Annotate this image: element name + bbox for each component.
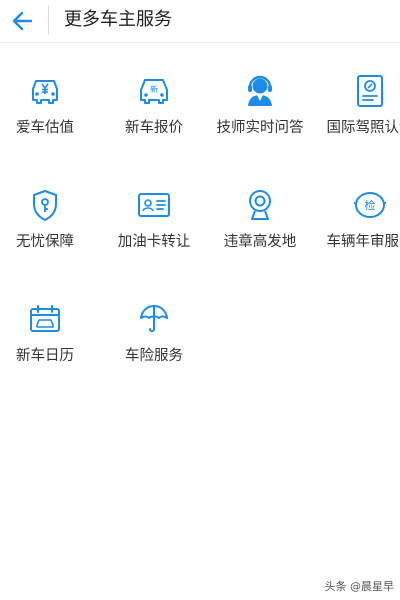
svg-text:检: 检 (365, 198, 376, 212)
service-intl-license[interactable]: 国际驾照认证 (316, 43, 400, 153)
camera-icon (240, 185, 280, 225)
service-label: 无忧保障 (16, 234, 74, 250)
shield-icon (25, 185, 65, 225)
arrow-left-icon (12, 11, 33, 31)
service-car-valuation[interactable]: 爱车估值 (0, 43, 99, 153)
service-label: 新车日历 (16, 348, 74, 364)
service-technician-qa[interactable]: 技师实时问答 (206, 43, 314, 153)
svg-text:新: 新 (150, 84, 158, 94)
car-yuan-icon (25, 71, 65, 111)
back-button[interactable] (6, 5, 38, 37)
header-divider (48, 6, 49, 34)
umbrella-icon (134, 299, 174, 339)
watermark: 头条 @晨星早 (325, 578, 395, 594)
card-icon (134, 185, 174, 225)
service-label: 技师实时问答 (216, 120, 304, 136)
service-label: 车险服务 (125, 348, 183, 364)
service-fuel-card[interactable]: 加油卡转让 (100, 157, 208, 267)
service-label: 加油卡转让 (117, 234, 191, 250)
service-label: 新车报价 (125, 120, 183, 136)
header-bar: 更多车主服务 (0, 0, 400, 43)
service-label: 车辆年审服务 (326, 234, 400, 250)
service-violation-hotspot[interactable]: 违章高发地 (206, 157, 314, 267)
service-new-car-price[interactable]: 新 新车报价 (100, 43, 208, 153)
service-car-insurance[interactable]: 车险服务 (100, 271, 208, 381)
license-document-icon (350, 71, 390, 111)
service-label: 爱车估值 (16, 120, 74, 136)
service-worry-free[interactable]: 无忧保障 (0, 157, 99, 267)
watermark-text: 头条 @晨星早 (324, 580, 395, 593)
car-new-icon: 新 (134, 71, 174, 111)
inspection-icon: 检 (350, 185, 390, 225)
technician-icon (240, 71, 280, 111)
service-label: 违章高发地 (223, 234, 297, 250)
page-title: 更多车主服务 (64, 9, 172, 30)
service-label: 国际驾照认证 (326, 120, 400, 136)
calendar-car-icon (25, 299, 65, 339)
service-annual-inspection[interactable]: 检 车辆年审服务 (316, 157, 400, 267)
service-new-car-calendar[interactable]: 新车日历 (0, 271, 99, 381)
